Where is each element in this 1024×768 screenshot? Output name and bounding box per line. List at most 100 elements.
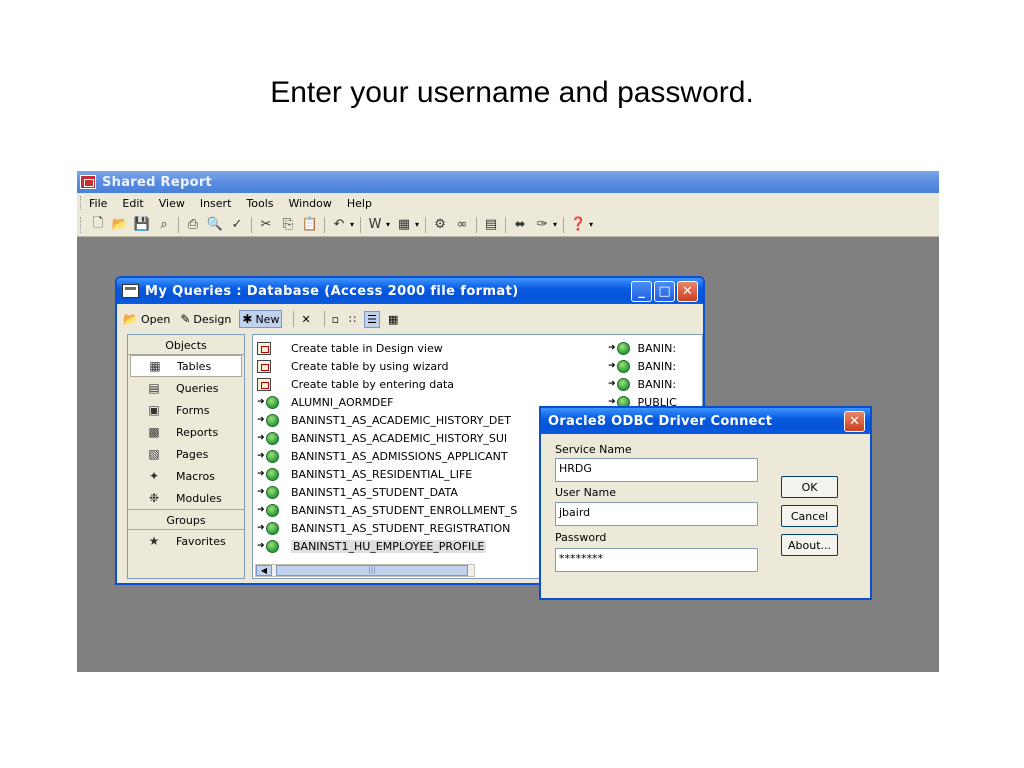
scroll-left-icon[interactable]: ◀: [256, 565, 272, 576]
list-item[interactable]: ➜ BANIN:: [608, 357, 676, 375]
open-icon: 📂: [123, 312, 138, 326]
print-icon[interactable]: ⎙: [184, 216, 202, 234]
list-item[interactable]: ➜ BANINST1_AS_STUDENT_REGISTRATION: [257, 519, 510, 537]
minimize-button[interactable]: _: [631, 281, 652, 302]
toolbar-separator: [425, 216, 427, 233]
service-name-input[interactable]: HRDG: [555, 458, 758, 482]
open-button[interactable]: 📂 Open: [121, 311, 172, 327]
new-object-dropdown-icon[interactable]: ▾: [553, 220, 557, 229]
linked-table-icon: ➜: [608, 377, 630, 391]
user-name-label: User Name: [555, 486, 617, 499]
undo-dropdown-icon[interactable]: ▾: [350, 220, 354, 229]
toolbar-separator: [360, 216, 362, 233]
office-links-icon[interactable]: W: [366, 216, 384, 234]
list-item[interactable]: ➜ BANIN:: [608, 375, 676, 393]
linked-table-icon: ➜: [608, 341, 630, 355]
objects-item-pages[interactable]: ▧ Pages: [128, 443, 244, 465]
list-item[interactable]: ➜ BANINST1_AS_ACADEMIC_HISTORY_DET: [257, 411, 511, 429]
slide-title: Enter your username and password.: [270, 76, 754, 109]
dialog-titlebar[interactable]: Oracle8 ODBC Driver Connect ✕: [541, 408, 870, 434]
paste-icon[interactable]: 📋: [301, 216, 319, 234]
spelling-icon[interactable]: ✓: [228, 216, 246, 234]
linked-table-icon: ➜: [257, 539, 279, 553]
list-item[interactable]: Create table in Design view: [257, 339, 443, 357]
list-item[interactable]: ➜ BANINST1_AS_STUDENT_ENROLLMENT_S: [257, 501, 517, 519]
menu-bar: File Edit View Insert Tools Window Help: [77, 193, 939, 213]
scroll-thumb[interactable]: |||: [276, 565, 468, 576]
list-item[interactable]: ➜ BANINST1_AS_ACADEMIC_HISTORY_SUI: [257, 429, 507, 447]
report-icon: ▩: [148, 425, 160, 439]
linked-table-icon: ➜: [257, 449, 279, 463]
maximize-button[interactable]: □: [654, 281, 675, 302]
objects-item-queries[interactable]: ▤ Queries: [128, 377, 244, 399]
macro-icon: ✦: [148, 469, 160, 483]
undo-icon[interactable]: ↶: [330, 216, 348, 234]
password-input[interactable]: ********: [555, 548, 758, 572]
user-name-input[interactable]: jbaird: [555, 502, 758, 526]
relationships-icon[interactable]: ⬌: [511, 216, 529, 234]
menu-window[interactable]: Window: [289, 197, 332, 210]
menu-file[interactable]: File: [89, 197, 107, 210]
menu-tools[interactable]: Tools: [246, 197, 273, 210]
list-item[interactable]: Create table by using wizard: [257, 357, 448, 375]
linked-table-icon: ➜: [257, 467, 279, 481]
new-button[interactable]: ✱ New: [239, 310, 283, 328]
service-name-label: Service Name: [555, 443, 632, 456]
groups-header[interactable]: Groups: [128, 509, 244, 530]
form-icon: ▣: [148, 403, 160, 417]
design-button[interactable]: ✎ Design: [178, 311, 233, 327]
list-item[interactable]: ➜ ALUMNI_AORMDEF: [257, 393, 394, 411]
menu-edit[interactable]: Edit: [122, 197, 143, 210]
list-item[interactable]: ➜ BANINST1_AS_RESIDENTIAL_LIFE: [257, 465, 472, 483]
print-preview-icon[interactable]: 🔍: [206, 216, 224, 234]
script-icon[interactable]: ∞: [453, 216, 471, 234]
code-icon[interactable]: ⚙: [431, 216, 449, 234]
objects-header[interactable]: Objects: [128, 335, 244, 355]
create-table-icon: [257, 359, 271, 373]
details-view-icon[interactable]: ▦: [386, 312, 400, 327]
open-folder-icon[interactable]: 📂: [111, 216, 129, 234]
new-object-icon[interactable]: ✑: [533, 216, 551, 234]
objects-item-tables[interactable]: ▦ Tables: [130, 355, 242, 377]
delete-icon[interactable]: ✕: [299, 312, 312, 327]
list-item[interactable]: Create table by entering data: [257, 375, 454, 393]
create-table-icon: [257, 341, 271, 355]
toolbar-separator: [505, 216, 507, 233]
cancel-button[interactable]: Cancel: [781, 505, 838, 527]
new-icon: ✱: [242, 312, 253, 326]
list-item[interactable]: ➜ BANINST1_AS_STUDENT_DATA: [257, 483, 458, 501]
password-label: Password: [555, 531, 607, 544]
list-view-icon[interactable]: ☰: [364, 310, 381, 328]
about-button[interactable]: About...: [781, 534, 838, 556]
objects-item-macros[interactable]: ✦ Macros: [128, 465, 244, 487]
office-links-dropdown-icon[interactable]: ▾: [386, 220, 390, 229]
properties-icon[interactable]: ▤: [482, 216, 500, 234]
objects-item-forms[interactable]: ▣ Forms: [128, 399, 244, 421]
close-button[interactable]: ✕: [677, 281, 698, 302]
list-item[interactable]: ➜ BANINST1_AS_ADMISSIONS_APPLICANT: [257, 447, 508, 465]
menu-insert[interactable]: Insert: [200, 197, 232, 210]
save-icon[interactable]: 💾: [133, 216, 151, 234]
dialog-close-button[interactable]: ✕: [844, 411, 865, 432]
linked-table-icon: ➜: [608, 359, 630, 373]
toolbar-options-icon[interactable]: ▾: [589, 220, 593, 229]
list-item-selected[interactable]: ➜ BANINST1_HU_EMPLOYEE_PROFILE: [257, 537, 487, 555]
menu-view[interactable]: View: [159, 197, 185, 210]
objects-item-reports[interactable]: ▩ Reports: [128, 421, 244, 443]
database-window-titlebar[interactable]: My Queries : Database (Access 2000 file …: [117, 278, 703, 304]
analyze-icon[interactable]: ▦: [395, 216, 413, 234]
groups-item-favorites[interactable]: ★ Favorites: [128, 530, 244, 552]
horizontal-scrollbar[interactable]: ◀ |||: [255, 564, 475, 577]
copy-icon[interactable]: ⎘: [279, 216, 297, 234]
list-item[interactable]: ➜ BANIN:: [608, 339, 676, 357]
analyze-dropdown-icon[interactable]: ▾: [415, 220, 419, 229]
large-icons-icon[interactable]: ▫: [330, 312, 341, 327]
help-icon[interactable]: ❓: [569, 216, 587, 234]
menu-help[interactable]: Help: [347, 197, 372, 210]
new-file-icon[interactable]: 🗋: [89, 216, 107, 234]
ok-button[interactable]: OK: [781, 476, 838, 498]
objects-item-modules[interactable]: ❉ Modules: [128, 487, 244, 509]
small-icons-icon[interactable]: ∷: [347, 312, 358, 327]
file-search-icon[interactable]: ⌕: [155, 216, 173, 234]
cut-icon[interactable]: ✂: [257, 216, 275, 234]
